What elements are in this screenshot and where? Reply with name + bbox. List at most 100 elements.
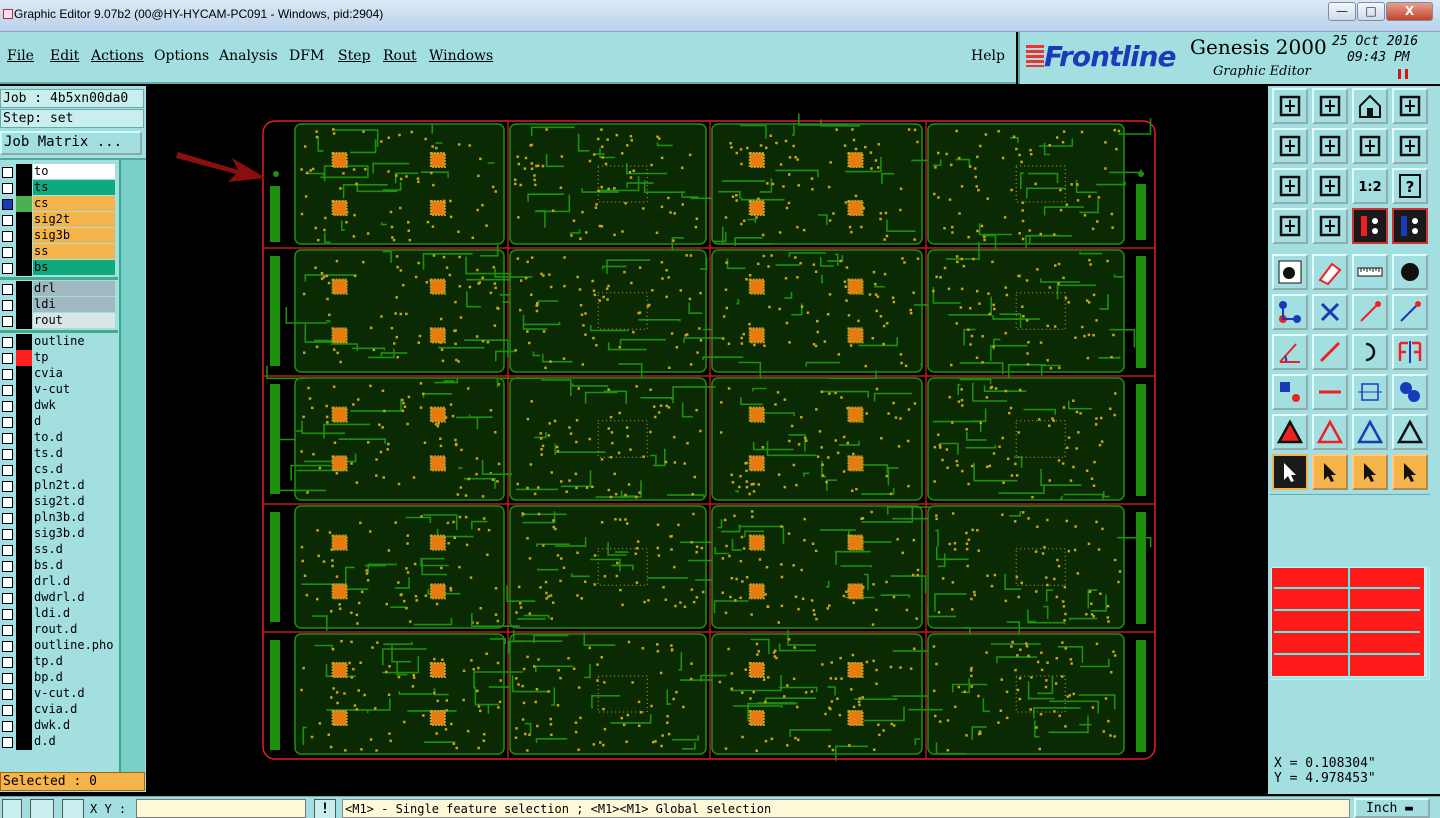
menu-step[interactable]: Step — [338, 48, 370, 64]
measure-icon[interactable] — [1272, 208, 1308, 244]
triangle-red-icon[interactable] — [1312, 414, 1348, 450]
layer-row-dwdrl.d[interactable]: dwdrl.d — [0, 590, 118, 606]
layer-checkbox[interactable] — [2, 513, 13, 524]
menu-dfm[interactable]: DFM — [289, 48, 324, 64]
layer-row-ldi.d[interactable]: ldi.d — [0, 606, 118, 622]
pan-up-down-icon[interactable] — [1352, 128, 1388, 164]
layer-row-cvia[interactable]: cvia — [0, 366, 118, 382]
layer-row-cvia.d[interactable]: cvia.d — [0, 702, 118, 718]
layer-row-to.d[interactable]: to.d — [0, 430, 118, 446]
resize-icon[interactable] — [1352, 374, 1388, 410]
layer-checkbox[interactable] — [2, 465, 13, 476]
layer-checkbox[interactable] — [2, 529, 13, 540]
menu-rout[interactable]: Rout — [383, 48, 417, 64]
alert-icon[interactable]: ! — [314, 799, 336, 818]
add-surface-icon[interactable] — [1312, 254, 1348, 290]
pan-right-icon[interactable] — [1312, 128, 1348, 164]
layer-row-sig2t[interactable]: sig2t — [0, 212, 118, 228]
layer-checkbox[interactable] — [2, 689, 13, 700]
close-button[interactable]: X — [1386, 2, 1433, 21]
layer-row-outline.pho[interactable]: outline.pho — [0, 638, 118, 654]
select-net-icon[interactable] — [1392, 454, 1428, 490]
select-arrow-icon[interactable] — [1272, 454, 1308, 490]
layer-row-ldi[interactable]: ldi — [0, 297, 118, 313]
layer-checkbox[interactable] — [2, 705, 13, 716]
layer-checkbox[interactable] — [2, 625, 13, 636]
redraw-icon[interactable] — [1392, 128, 1428, 164]
line-blue-icon[interactable] — [1392, 294, 1428, 330]
layer-checkbox[interactable] — [2, 385, 13, 396]
pcb-panel-view[interactable] — [148, 86, 1266, 794]
ruler-icon[interactable] — [1352, 254, 1388, 290]
arc-icon[interactable] — [1352, 334, 1388, 370]
layers-blue-icon[interactable] — [1392, 208, 1428, 244]
layer-checkbox[interactable] — [2, 353, 13, 364]
hline-icon[interactable] — [1312, 374, 1348, 410]
fit-icon[interactable] — [1272, 168, 1308, 204]
layer-row-pln3b.d[interactable]: pln3b.d — [0, 510, 118, 526]
layer-checkbox[interactable] — [2, 401, 13, 412]
layers-red-icon[interactable] — [1352, 208, 1388, 244]
layer-checkbox[interactable] — [2, 369, 13, 380]
pan-left-icon[interactable] — [1272, 128, 1308, 164]
layer-row-drl[interactable]: drl — [0, 281, 118, 297]
zoom-in-icon[interactable] — [1312, 88, 1348, 124]
layer-checkbox[interactable] — [2, 199, 13, 210]
layer-checkbox[interactable] — [2, 215, 13, 226]
layer-row-outline[interactable]: outline — [0, 334, 118, 350]
units-dropdown[interactable]: Inch ▬ — [1354, 798, 1430, 818]
home-icon[interactable] — [1352, 88, 1388, 124]
grid-icon[interactable] — [62, 799, 84, 818]
menu-edit[interactable]: Edit — [50, 48, 79, 64]
layer-row-to[interactable]: to — [0, 164, 118, 180]
layer-row-d[interactable]: d — [0, 414, 118, 430]
layer-row-d.d[interactable]: d.d — [0, 734, 118, 750]
layer-checkbox[interactable] — [2, 737, 13, 748]
diagonal-line-icon[interactable] — [1312, 334, 1348, 370]
layer-row-rout[interactable]: rout — [0, 313, 118, 329]
select-box-icon[interactable] — [1312, 454, 1348, 490]
layer-row-tp[interactable]: tp — [0, 350, 118, 366]
layer-checkbox[interactable] — [2, 497, 13, 508]
menu-help[interactable]: Help — [971, 48, 1005, 64]
layer-checkbox[interactable] — [2, 183, 13, 194]
layer-checkbox[interactable] — [2, 657, 13, 668]
graphic-canvas[interactable] — [148, 86, 1266, 794]
layer-checkbox[interactable] — [2, 337, 13, 348]
menu-windows[interactable]: Windows — [429, 48, 493, 64]
layer-checkbox[interactable] — [2, 641, 13, 652]
layer-checkbox[interactable] — [2, 263, 13, 274]
mirror-icon[interactable] — [1392, 334, 1428, 370]
layer-checkbox[interactable] — [2, 316, 13, 327]
layer-row-v-cut[interactable]: v-cut — [0, 382, 118, 398]
layer-row-drl.d[interactable]: drl.d — [0, 574, 118, 590]
job-matrix-button[interactable]: Job Matrix ... — [0, 131, 142, 155]
layer-checkbox[interactable] — [2, 284, 13, 295]
layer-row-pln2t.d[interactable]: pln2t.d — [0, 478, 118, 494]
layer-row-bp.d[interactable]: bp.d — [0, 670, 118, 686]
connect-icon[interactable] — [1272, 294, 1308, 330]
move-icon[interactable] — [1272, 374, 1308, 410]
layer-checkbox[interactable] — [2, 545, 13, 556]
layer-row-cs.d[interactable]: cs.d — [0, 462, 118, 478]
layer-row-tp.d[interactable]: tp.d — [0, 654, 118, 670]
layer-row-ss[interactable]: ss — [0, 244, 118, 260]
layer-row-sig3b.d[interactable]: sig3b.d — [0, 526, 118, 542]
layer-checkbox[interactable] — [2, 417, 13, 428]
layer-checkbox[interactable] — [2, 231, 13, 242]
menu-analysis[interactable]: Analysis — [219, 48, 278, 64]
triangle-fill-icon[interactable] — [1272, 414, 1308, 450]
triangle-blue-icon[interactable] — [1352, 414, 1388, 450]
layer-checkbox[interactable] — [2, 481, 13, 492]
layer-row-sig2t.d[interactable]: sig2t.d — [0, 494, 118, 510]
snap-icon[interactable] — [1312, 208, 1348, 244]
scale-1to2-icon[interactable]: 1:2 — [1352, 168, 1388, 204]
xy-input[interactable] — [136, 799, 306, 818]
menu-options[interactable]: Options — [154, 48, 209, 64]
zoom-arrow-icon[interactable] — [2, 799, 22, 818]
layer-checkbox[interactable] — [2, 247, 13, 258]
center-icon[interactable] — [1312, 168, 1348, 204]
minimap-view[interactable] — [1269, 565, 1430, 680]
zoom-window-icon[interactable] — [1392, 88, 1428, 124]
layer-row-ss.d[interactable]: ss.d — [0, 542, 118, 558]
